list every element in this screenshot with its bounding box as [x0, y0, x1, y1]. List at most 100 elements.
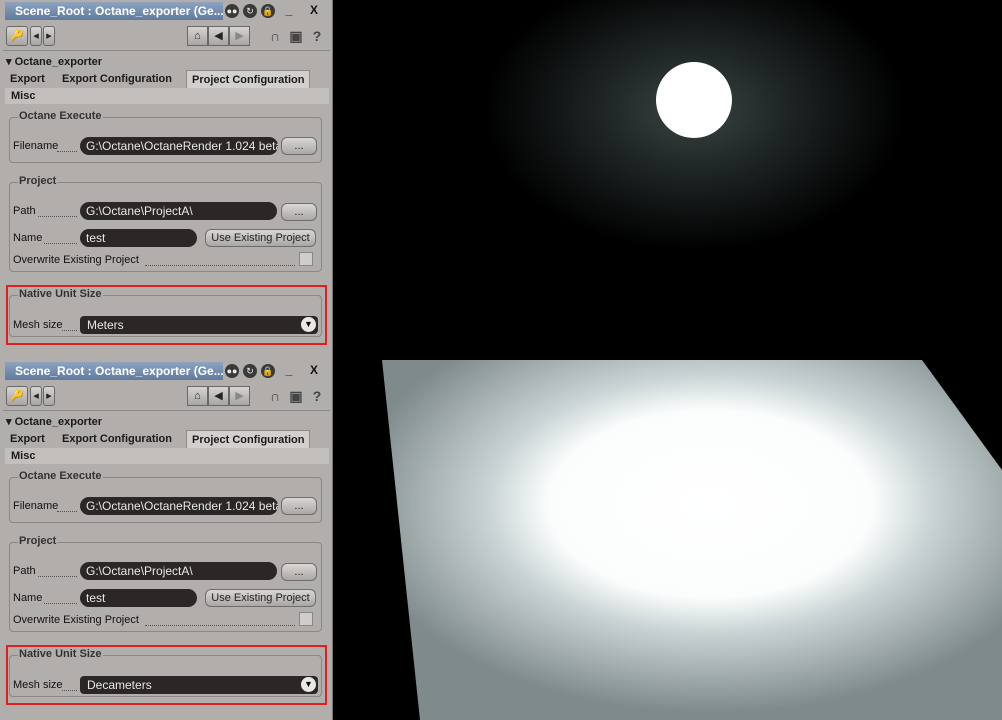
lock-icon[interactable]: 🔒: [261, 364, 275, 378]
group-title: Project: [18, 175, 58, 187]
tab-project-configuration[interactable]: Project Configuration: [186, 430, 311, 448]
path-label: Path: [13, 205, 36, 217]
path-label: Path: [13, 565, 36, 577]
group-title: Octane Execute: [18, 110, 103, 122]
close-button[interactable]: X: [303, 2, 325, 20]
next-arrow-icon[interactable]: ▸: [43, 386, 55, 406]
mesh-size-value: Meters: [87, 318, 124, 332]
mask-icon[interactable]: ●●: [225, 364, 239, 378]
prev-arrow-icon[interactable]: ◂: [30, 386, 42, 406]
dots: [44, 602, 77, 604]
mesh-size-value: Decameters: [87, 678, 152, 692]
dots: [57, 510, 77, 512]
path-browse-button[interactable]: ...: [281, 563, 317, 581]
chevron-down-icon[interactable]: ▼: [301, 317, 316, 332]
property-panel-meters: Scene_Root : Octane_exporter (Ge... ●● ↻…: [0, 0, 333, 360]
magnet-icon[interactable]: ∩: [266, 386, 284, 406]
back-icon[interactable]: ◀: [208, 386, 229, 406]
refresh-icon[interactable]: ↻: [243, 4, 257, 18]
title-bar[interactable]: Scene_Root : Octane_exporter (Ge... ●● ↻…: [3, 2, 330, 20]
title-bar[interactable]: Scene_Root : Octane_exporter (Ge... ●● ↻…: [3, 362, 330, 380]
section-header[interactable]: ▾ Octane_exporter: [6, 415, 102, 428]
group-title: Project: [18, 535, 58, 547]
filename-label: Filename: [13, 500, 59, 512]
chevron-down-icon[interactable]: ▼: [301, 677, 316, 692]
minimize-button[interactable]: _: [278, 362, 300, 380]
filename-field[interactable]: G:\Octane\OctaneRender 1.024 beta: [80, 137, 278, 155]
tab-export[interactable]: Export: [5, 70, 50, 88]
path-field[interactable]: G:\Octane\ProjectA\: [80, 202, 277, 220]
name-field[interactable]: test: [80, 589, 197, 607]
group-title: Native Unit Size: [18, 648, 103, 660]
tab-bar: Export Export Configuration Project Conf…: [5, 70, 329, 88]
path-field[interactable]: G:\Octane\ProjectA\: [80, 562, 277, 580]
render-view-decameters: [334, 360, 1002, 720]
window-title: Scene_Root : Octane_exporter (Ge...: [5, 362, 223, 380]
group-title: Octane Execute: [18, 470, 103, 482]
name-field[interactable]: test: [80, 229, 197, 247]
overwrite-label: Overwrite Existing Project: [13, 614, 139, 626]
use-existing-project-button[interactable]: Use Existing Project: [205, 589, 316, 607]
home-icon[interactable]: ⌂: [187, 386, 208, 406]
dots: [44, 242, 77, 244]
dots: [38, 215, 77, 217]
forward-icon[interactable]: ▶: [229, 26, 250, 46]
tab-misc[interactable]: Misc: [5, 88, 329, 104]
key-icon[interactable]: 🔑: [6, 386, 28, 406]
divider: [3, 410, 330, 411]
mesh-size-label: Mesh size: [13, 319, 63, 331]
section-header[interactable]: ▾ Octane_exporter: [6, 55, 102, 68]
window-title: Scene_Root : Octane_exporter (Ge...: [5, 2, 223, 20]
minimize-button[interactable]: _: [278, 2, 300, 20]
lock-icon[interactable]: 🔒: [261, 4, 275, 18]
tab-project-configuration[interactable]: Project Configuration: [186, 70, 311, 88]
overwrite-label: Overwrite Existing Project: [13, 254, 139, 266]
home-icon[interactable]: ⌂: [187, 26, 208, 46]
overwrite-checkbox[interactable]: [299, 612, 313, 626]
group-title: Native Unit Size: [18, 288, 103, 300]
filename-browse-button[interactable]: ...: [281, 137, 317, 155]
tab-export-configuration[interactable]: Export Configuration: [57, 430, 177, 448]
toolbar: 🔑 ◂ ▸ ⌂ ◀ ▶ ∩ ▣ ?: [0, 382, 332, 410]
next-arrow-icon[interactable]: ▸: [43, 26, 55, 46]
tab-misc[interactable]: Misc: [5, 448, 329, 464]
tab-export[interactable]: Export: [5, 430, 50, 448]
help-icon[interactable]: ?: [308, 26, 326, 46]
prev-arrow-icon[interactable]: ◂: [30, 26, 42, 46]
divider: [3, 50, 330, 51]
dots: [62, 689, 77, 691]
clipboard-icon[interactable]: ▣: [287, 26, 305, 46]
name-label: Name: [13, 592, 43, 604]
filename-label: Filename: [13, 140, 59, 152]
use-existing-project-button[interactable]: Use Existing Project: [205, 229, 316, 247]
help-icon[interactable]: ?: [308, 386, 326, 406]
dots: [57, 150, 77, 152]
refresh-icon[interactable]: ↻: [243, 364, 257, 378]
name-label: Name: [13, 232, 43, 244]
mask-icon[interactable]: ●●: [225, 4, 239, 18]
light-sphere: [656, 62, 732, 138]
mesh-size-label: Mesh size: [13, 679, 63, 691]
tab-export-configuration[interactable]: Export Configuration: [57, 70, 177, 88]
mesh-size-select[interactable]: Meters ▼: [80, 316, 318, 334]
overwrite-checkbox[interactable]: [299, 252, 313, 266]
section-title: Octane_exporter: [14, 56, 103, 68]
dots: [38, 575, 77, 577]
render-image: [382, 360, 1002, 720]
toolbar: 🔑 ◂ ▸ ⌂ ◀ ▶ ∩ ▣ ?: [0, 22, 332, 50]
forward-icon[interactable]: ▶: [229, 386, 250, 406]
filename-browse-button[interactable]: ...: [281, 497, 317, 515]
filename-field[interactable]: G:\Octane\OctaneRender 1.024 beta: [80, 497, 278, 515]
magnet-icon[interactable]: ∩: [266, 26, 284, 46]
dots: [145, 624, 295, 626]
back-icon[interactable]: ◀: [208, 26, 229, 46]
key-icon[interactable]: 🔑: [6, 26, 28, 46]
tab-bar: Export Export Configuration Project Conf…: [5, 430, 329, 448]
render-view-meters: [334, 0, 1002, 360]
mesh-size-select[interactable]: Decameters ▼: [80, 676, 318, 694]
path-browse-button[interactable]: ...: [281, 203, 317, 221]
close-button[interactable]: X: [303, 362, 325, 380]
dots: [62, 329, 77, 331]
clipboard-icon[interactable]: ▣: [287, 386, 305, 406]
lit-floor-plane: [382, 360, 1002, 720]
